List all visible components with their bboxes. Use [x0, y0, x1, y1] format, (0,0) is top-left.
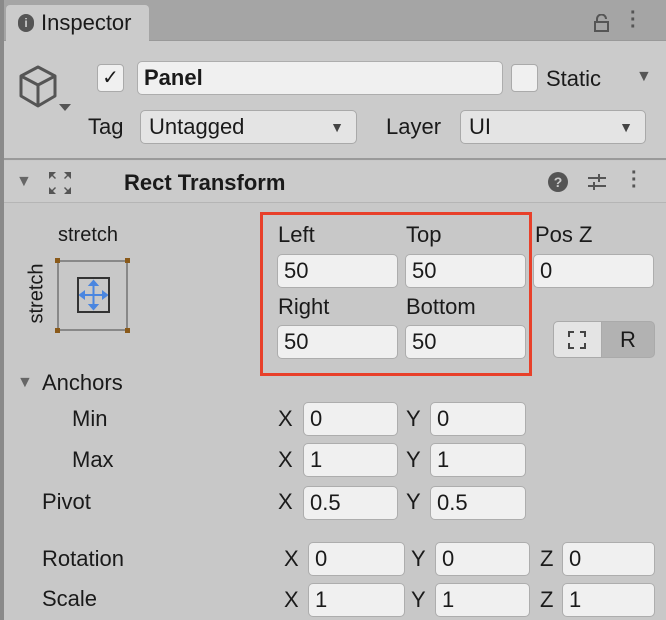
dotted-rect-icon: [568, 331, 586, 349]
raw-edit-button[interactable]: R: [601, 321, 655, 358]
x-label: X: [284, 587, 299, 612]
x-label: X: [284, 546, 299, 571]
component-title: Rect Transform: [124, 170, 286, 195]
anchors-label[interactable]: Anchors: [42, 370, 123, 396]
pivot-label: Pivot: [42, 489, 91, 514]
scale-z-field[interactable]: 1: [562, 583, 655, 617]
foldout-arrow[interactable]: ▼: [16, 173, 32, 191]
anchor-presets-button[interactable]: [55, 258, 130, 333]
y-label: Y: [406, 447, 421, 472]
posz-label: Pos Z: [535, 222, 593, 247]
rotation-label: Rotation: [42, 546, 124, 571]
check-icon: ✓: [102, 67, 119, 89]
pivot-x-field[interactable]: 0.5: [303, 486, 398, 520]
rect-transform-icon: [47, 170, 73, 202]
chevron-down-icon: ▼: [330, 119, 344, 135]
right-label: Right: [278, 294, 330, 319]
anchors-foldout-arrow[interactable]: ▼: [17, 374, 33, 392]
right-field[interactable]: 50: [277, 325, 398, 359]
y-label: Y: [406, 489, 421, 514]
anchor-preset-v-label: stretch: [25, 263, 48, 324]
left-label: Left: [278, 222, 315, 247]
lock-icon[interactable]: [594, 12, 609, 32]
presets-icon[interactable]: [586, 171, 608, 199]
info-icon: i: [18, 14, 34, 32]
layer-dropdown[interactable]: UI ▼: [460, 110, 646, 144]
left-field[interactable]: 50: [277, 254, 398, 288]
top-label: Top: [406, 222, 442, 247]
min-y-field[interactable]: 0: [430, 402, 526, 436]
z-label: Z: [540, 546, 554, 571]
tag-label: Tag: [88, 114, 124, 139]
layer-label: Layer: [386, 114, 442, 139]
rotation-z-field[interactable]: 0: [562, 542, 655, 576]
rotation-y-field[interactable]: 0: [435, 542, 530, 576]
max-x-field[interactable]: 1: [303, 443, 398, 477]
z-label: Z: [540, 587, 554, 612]
top-field[interactable]: 50: [405, 254, 526, 288]
tab-inspector[interactable]: i Inspector: [6, 5, 149, 42]
max-y-field[interactable]: 1: [430, 443, 526, 477]
scale-x-field[interactable]: 1: [308, 583, 405, 617]
tab-title: Inspector: [41, 10, 132, 35]
rotation-x-field[interactable]: 0: [308, 542, 405, 576]
y-label: Y: [411, 546, 426, 571]
y-label: Y: [411, 587, 426, 612]
tag-dropdown[interactable]: Untagged ▼: [140, 110, 357, 144]
gameobject-icon[interactable]: [17, 64, 73, 122]
bottom-label: Bottom: [406, 294, 476, 319]
y-label: Y: [406, 406, 421, 431]
kebab-menu-icon[interactable]: · · ·: [630, 3, 637, 37]
static-checkbox[interactable]: [511, 64, 538, 92]
chevron-down-icon: ▼: [619, 119, 633, 135]
blueprint-mode-button[interactable]: [553, 321, 602, 358]
scale-y-field[interactable]: 1: [435, 583, 530, 617]
static-dropdown-arrow[interactable]: ▼: [636, 68, 652, 86]
help-icon[interactable]: ?: [548, 172, 568, 192]
min-x-field[interactable]: 0: [303, 402, 398, 436]
x-label: X: [278, 489, 293, 514]
min-label: Min: [72, 406, 108, 431]
pivot-y-field[interactable]: 0.5: [430, 486, 526, 520]
max-label: Max: [72, 447, 114, 472]
bottom-field[interactable]: 50: [405, 325, 526, 359]
move-arrows-icon: [77, 277, 110, 313]
name-field[interactable]: Panel: [137, 61, 503, 95]
anchor-preset-h-label: stretch: [58, 224, 119, 246]
x-label: X: [278, 406, 293, 431]
posz-field[interactable]: 0: [533, 254, 654, 288]
x-label: X: [278, 447, 293, 472]
scale-label: Scale: [42, 586, 98, 611]
active-checkbox[interactable]: ✓: [97, 64, 124, 92]
component-menu-icon[interactable]: · · ·: [631, 163, 638, 197]
static-label: Static: [546, 66, 602, 91]
